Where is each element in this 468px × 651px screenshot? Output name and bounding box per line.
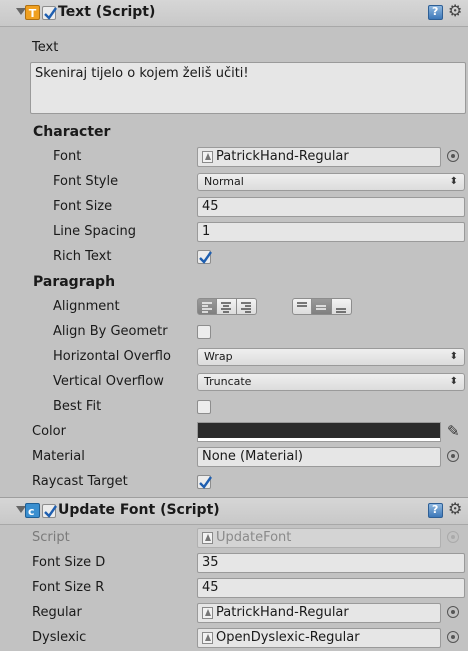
vertical-alignment-group (292, 298, 352, 315)
dyslexic-field[interactable]: OpenDyslexic-Regular (197, 628, 441, 648)
font-asset-icon (202, 607, 213, 619)
font-size-input[interactable]: 45 (197, 197, 465, 217)
line-spacing-input[interactable]: 1 (197, 222, 465, 242)
align-top-button[interactable] (292, 298, 312, 315)
object-picker-icon[interactable] (447, 450, 459, 462)
raycast-target-checkbox[interactable] (197, 475, 212, 489)
update-font-component-header[interactable]: c Update Font (Script) ⚙ (0, 498, 468, 525)
align-left-button[interactable] (197, 298, 217, 315)
character-section: Character (0, 120, 468, 145)
align-middle-button[interactable] (312, 298, 332, 315)
color-label: Color (32, 424, 66, 439)
text-component-enabled-checkbox[interactable] (42, 6, 57, 20)
object-picker-icon[interactable] (447, 150, 459, 162)
raycast-target-row: Raycast Target (0, 470, 468, 495)
font-size-d-row: Font Size D 35 (0, 551, 468, 576)
help-icon[interactable] (428, 5, 443, 20)
help-icon[interactable] (428, 503, 443, 518)
dropdown-arrow-icon: ⬍ (449, 176, 458, 187)
align-right-button[interactable] (237, 298, 257, 315)
script-asset-icon (202, 532, 213, 544)
rich-text-row: Rich Text (0, 245, 468, 270)
font-size-r-row: Font Size R 45 (0, 576, 468, 601)
font-asset-icon (202, 151, 213, 163)
dropdown-arrow-icon: ⬍ (449, 351, 458, 362)
line-spacing-label: Line Spacing (53, 224, 136, 239)
text-component-title: Text (Script) (58, 4, 156, 20)
rich-text-checkbox[interactable] (197, 250, 212, 264)
update-font-title: Update Font (Script) (58, 502, 220, 518)
gear-icon[interactable]: ⚙ (448, 1, 462, 20)
object-picker-icon[interactable] (447, 606, 459, 618)
material-field[interactable]: None (Material) (197, 447, 441, 467)
script-icon: c (25, 503, 40, 518)
paragraph-section: Paragraph (0, 270, 468, 295)
color-field[interactable] (197, 422, 441, 442)
line-spacing-row: Line Spacing 1 (0, 220, 468, 245)
align-by-geometry-label: Align By Geometr (53, 324, 168, 339)
object-picker-icon[interactable] (447, 631, 459, 643)
font-size-r-label: Font Size R (32, 580, 105, 595)
regular-row: Regular PatrickHand-Regular (0, 601, 468, 626)
color-row: Color ✎ (0, 420, 468, 445)
vertical-overflow-row: Vertical Overflow Truncate ⬍ (0, 370, 468, 395)
best-fit-checkbox[interactable] (197, 400, 211, 414)
horizontal-overflow-row: Horizontal Overflo Wrap ⬍ (0, 345, 468, 370)
update-font-enabled-checkbox[interactable] (42, 504, 57, 518)
gear-icon[interactable]: ⚙ (448, 499, 462, 518)
text-component-icon: T (25, 5, 40, 20)
character-header: Character (33, 124, 111, 140)
text-label: Text (32, 40, 59, 55)
align-bottom-button[interactable] (332, 298, 352, 315)
text-input[interactable]: Skeniraj tijelo o kojem želiš učiti! (30, 62, 466, 114)
font-size-r-input[interactable]: 45 (197, 578, 465, 598)
font-field[interactable]: PatrickHand-Regular (197, 147, 441, 167)
font-style-row: Font Style Normal ⬍ (0, 170, 468, 195)
font-size-row: Font Size 45 (0, 195, 468, 220)
dyslexic-row: Dyslexic OpenDyslexic-Regular (0, 626, 468, 651)
script-field: UpdateFont (197, 528, 441, 548)
best-fit-row: Best Fit (0, 395, 468, 420)
align-by-geometry-row: Align By Geometr (0, 320, 468, 345)
align-center-button[interactable] (217, 298, 237, 315)
object-picker-icon (447, 531, 459, 543)
font-style-label: Font Style (53, 174, 119, 189)
regular-label: Regular (32, 605, 82, 620)
raycast-target-label: Raycast Target (32, 474, 128, 489)
material-label: Material (32, 449, 85, 464)
material-row: Material None (Material) (0, 445, 468, 470)
vertical-overflow-label: Vertical Overflow (53, 374, 164, 389)
alignment-row: Alignment (0, 295, 468, 320)
horizontal-overflow-label: Horizontal Overflo (53, 349, 171, 364)
script-label: Script (32, 530, 70, 545)
regular-field[interactable]: PatrickHand-Regular (197, 603, 441, 623)
font-size-d-input[interactable]: 35 (197, 553, 465, 573)
horizontal-overflow-dropdown[interactable]: Wrap ⬍ (197, 348, 465, 366)
font-size-d-label: Font Size D (32, 555, 106, 570)
alignment-label: Alignment (53, 299, 120, 314)
font-row: Font PatrickHand-Regular (0, 145, 468, 170)
best-fit-label: Best Fit (53, 399, 102, 414)
font-style-dropdown[interactable]: Normal ⬍ (197, 173, 465, 191)
dyslexic-label: Dyslexic (32, 630, 87, 645)
font-asset-icon (202, 632, 213, 644)
horizontal-alignment-group (197, 298, 257, 315)
font-label: Font (53, 149, 82, 164)
dropdown-arrow-icon: ⬍ (449, 376, 458, 387)
text-component-header[interactable]: T Text (Script) ⚙ (0, 0, 468, 27)
eyedropper-icon[interactable]: ✎ (447, 422, 460, 440)
paragraph-header: Paragraph (33, 274, 116, 290)
align-by-geometry-checkbox[interactable] (197, 325, 211, 339)
vertical-overflow-dropdown[interactable]: Truncate ⬍ (197, 373, 465, 391)
font-size-label: Font Size (53, 199, 113, 214)
rich-text-label: Rich Text (53, 249, 112, 264)
script-row: Script UpdateFont (0, 526, 468, 551)
svg-text:c: c (28, 505, 35, 517)
